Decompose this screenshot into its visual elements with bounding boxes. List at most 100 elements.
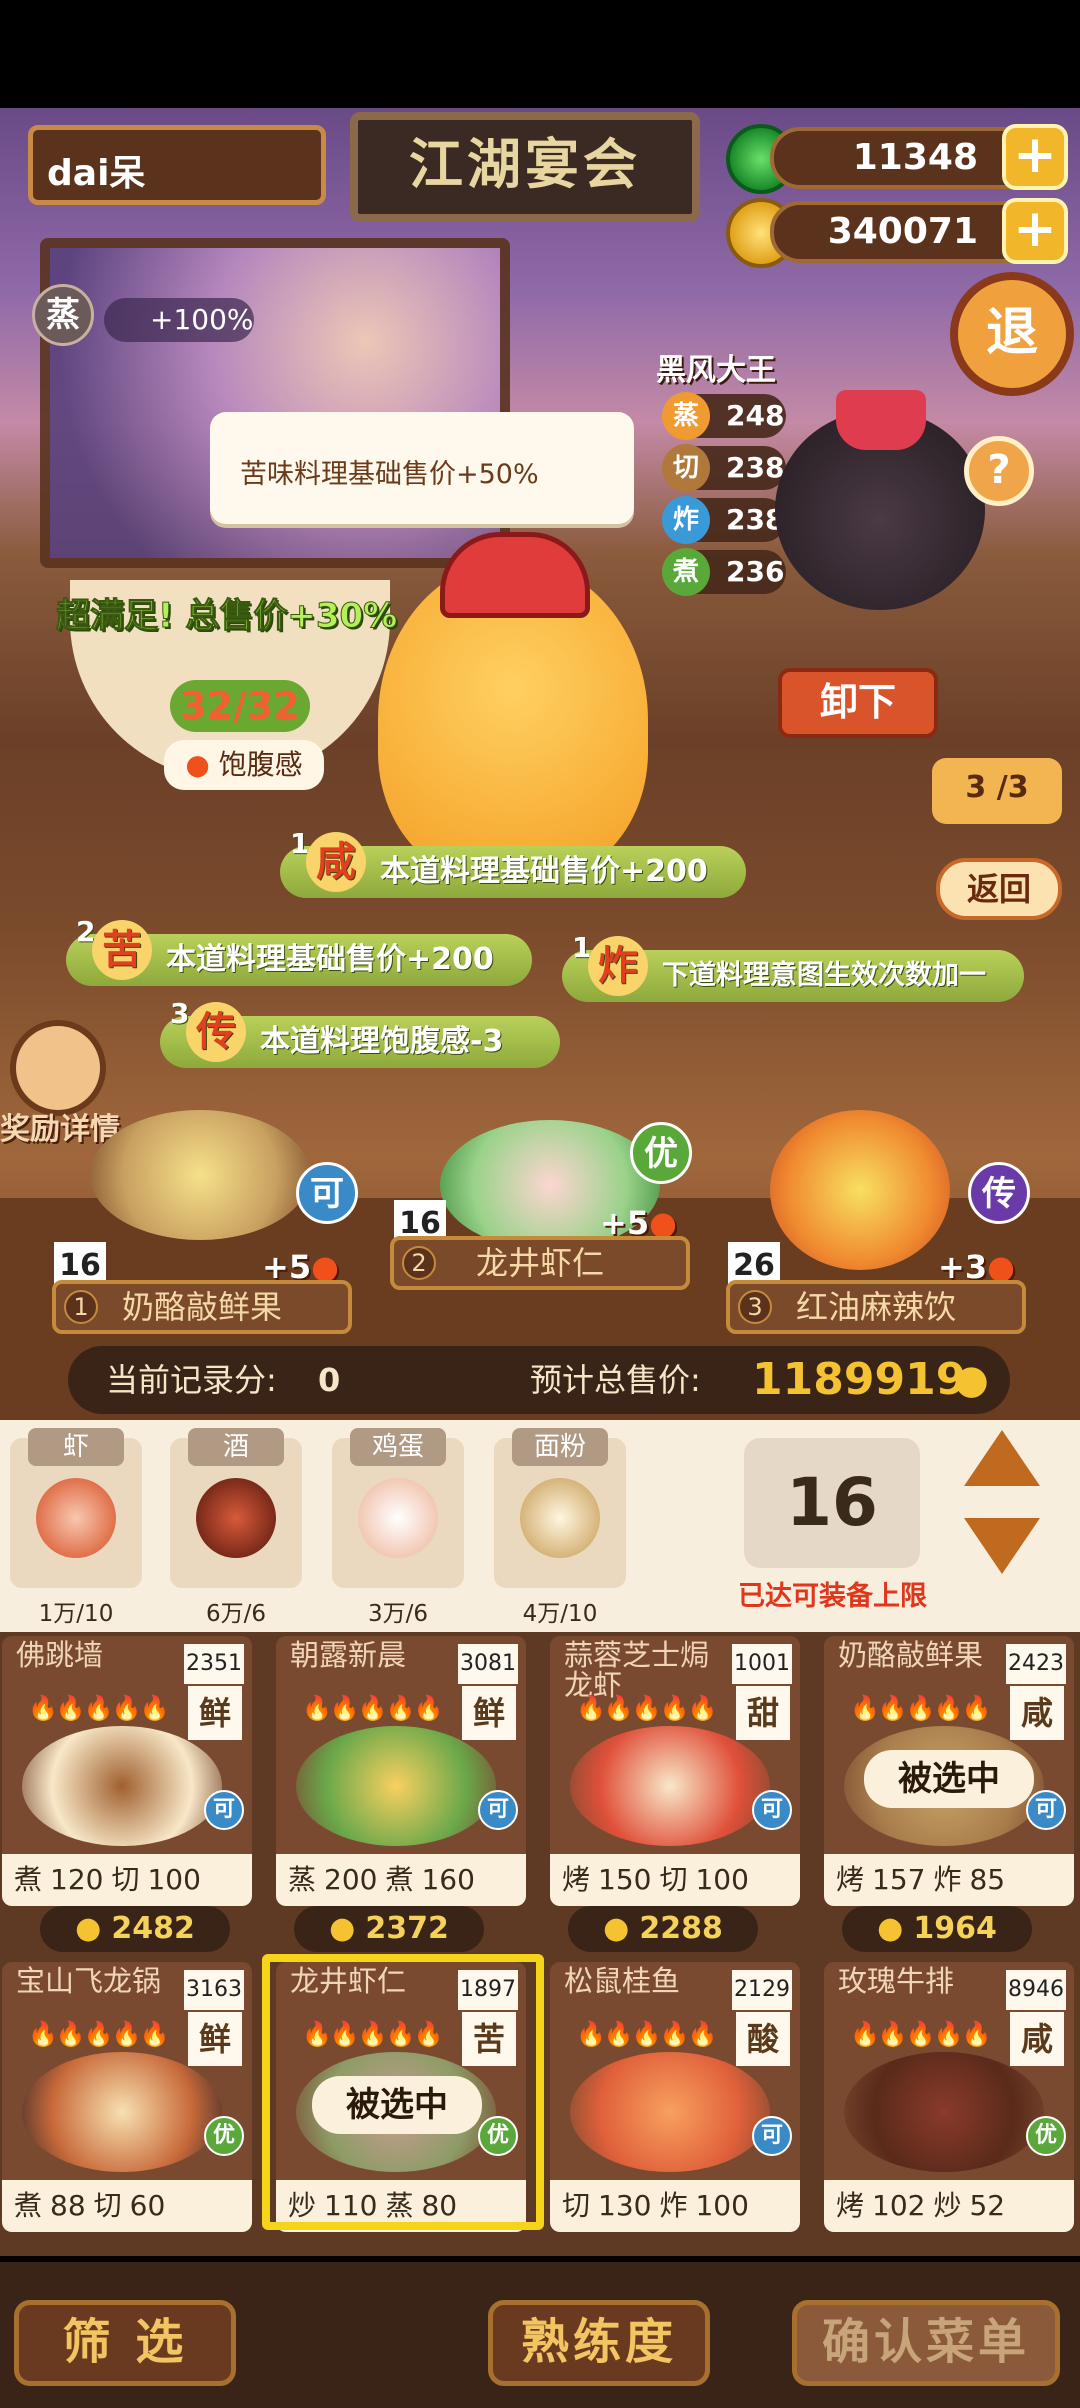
salty-effect-icon: 1咸 (290, 822, 366, 902)
recipe-name: 佛跳墙 (16, 1638, 104, 1672)
selected-badge: 被选中 (864, 1750, 1034, 1808)
recipe-name: 宝山飞龙锅 (16, 1964, 162, 1998)
recipe-name: 奶酪敲鲜果 (838, 1638, 984, 1672)
recipe-base-price: 2129 (732, 1970, 792, 2010)
satiety-count: 32/32 (170, 680, 310, 732)
heat-flames-icon: 🔥🔥🔥🔥🔥 (576, 2020, 717, 2048)
opponent-stat-boil: 煮 236 (662, 548, 786, 596)
dish-name-3: 3 红油麻辣饮 (726, 1280, 1026, 1334)
tier-badge: 传 (968, 1162, 1030, 1224)
recipe-name: 玫瑰牛排 (838, 1964, 955, 1998)
recipe-base-price: 2423 (1006, 1644, 1066, 1684)
heat-flames-icon: 🔥🔥🔥🔥🔥 (576, 1694, 717, 1722)
taste-tag: 咸 (1010, 2012, 1064, 2066)
effect-salty: 1咸 本道料理基础售价+200 (280, 827, 746, 898)
recipe-base-price: 3163 (184, 1970, 244, 2010)
proficiency-button[interactable]: 熟练度 (488, 2300, 710, 2386)
score-bar: 当前记录分: 0 预计总售价: 1189919 ● (68, 1346, 1010, 1414)
recipe-card[interactable]: 松鼠桂鱼 2129 酸 🔥🔥🔥🔥🔥 可 切 130 炸 100 (550, 1962, 800, 2232)
recipe-coin-price: 2288 (568, 1906, 758, 1952)
fire-icon: ● (185, 748, 210, 781)
egg-icon (358, 1478, 438, 1558)
heat-flames-icon: 🔥🔥🔥🔥🔥 (28, 2020, 169, 2048)
ingredient-egg[interactable]: 鸡蛋 3万/6 (332, 1428, 464, 1627)
tier-badge: 可 (478, 1790, 518, 1830)
recipe-name: 松鼠桂鱼 (564, 1964, 681, 1998)
quit-button[interactable]: 退 (950, 272, 1074, 396)
steam-icon: 蒸 (662, 392, 710, 440)
recipe-image (22, 1726, 222, 1846)
confirm-menu-button[interactable]: 确认菜单 (792, 2300, 1060, 2386)
wine-jar-icon (196, 1478, 276, 1558)
effect-legend: 3传 本道料理饱腹感-3 (160, 997, 560, 1068)
tier-badge: 可 (752, 1790, 792, 1830)
crown-icon (836, 390, 926, 450)
tier-badge: 可 (1026, 1790, 1066, 1830)
buff-value: +100% (104, 298, 254, 342)
opponent-stat-steam: 蒸 248 (662, 392, 786, 440)
recipe-base-price: 2351 (184, 1644, 244, 1684)
tier-badge: 可 (752, 2116, 792, 2156)
taste-tag: 鲜 (188, 1686, 242, 1740)
unload-button[interactable]: 卸下 (778, 668, 938, 738)
taste-tag: 甜 (736, 1686, 790, 1740)
selection-frame (262, 1954, 544, 2230)
flour-sack-icon (520, 1478, 600, 1558)
stat-value: 238 (726, 451, 785, 484)
satisfaction-label: 超满足! 总售价+30% (55, 596, 398, 637)
coin-icon: ● (954, 1357, 989, 1403)
ingredient-count: 6万/6 (205, 1601, 266, 1627)
opponent-name: 黑风大王 (656, 353, 776, 388)
filter-button[interactable]: 筛 选 (14, 2300, 236, 2386)
recipe-base-price: 1001 (732, 1644, 792, 1684)
recipe-image (570, 1726, 770, 1846)
recipe-card[interactable]: 朝露新晨 3081 鲜 🔥🔥🔥🔥🔥 可 蒸 200 煮 160 (276, 1636, 526, 1906)
taste-tag: 鲜 (462, 1686, 516, 1740)
recipe-card[interactable]: 佛跳墙 2351 鲜 🔥🔥🔥🔥🔥 可 煮 120 切 100 (2, 1636, 252, 1906)
add-coin-button[interactable]: + (1002, 198, 1068, 264)
effect-text: 本道料理饱腹感-3 (260, 1024, 504, 1059)
ingredient-wine[interactable]: 酒 6万/6 (170, 1428, 302, 1627)
ingredient-name: 鸡蛋 (350, 1428, 446, 1466)
recipe-stats: 烤 157 炸 85 (824, 1854, 1074, 1906)
ingredient-name: 虾 (28, 1428, 124, 1466)
recipe-image (22, 2052, 222, 2172)
ingredient-flour[interactable]: 面粉 4万/10 (494, 1428, 626, 1627)
tier-badge: 可 (204, 1790, 244, 1830)
effect-text: 下道料理意图生效次数加一 (662, 960, 986, 991)
selected-dish-3[interactable]: 传 26 +3● (720, 1100, 1040, 1290)
recipe-coin-price: 1964 (842, 1906, 1032, 1952)
boil-icon: 煮 (662, 548, 710, 596)
recipe-card[interactable]: 玫瑰牛排 8946 咸 🔥🔥🔥🔥🔥 优 烤 102 炒 52 (824, 1962, 1074, 2232)
ingredient-shrimp[interactable]: 虾 1万/10 (10, 1428, 142, 1627)
add-jade-button[interactable]: + (1002, 124, 1068, 190)
recipe-image (296, 1726, 496, 1846)
recipe-card[interactable]: 奶酪敲鲜果 2423 咸 🔥🔥🔥🔥🔥 被选中 可 烤 157 炸 85 (824, 1636, 1074, 1906)
recipe-stats: 切 130 炸 100 (550, 2180, 800, 2232)
tier-badge: 优 (630, 1122, 692, 1184)
recipe-name: 蒜蓉芝士焗龙虾 (564, 1638, 710, 1702)
back-button[interactable]: 返回 (936, 858, 1062, 920)
recipe-coin-price: 2482 (40, 1906, 230, 1952)
fry-effect-icon: 1炸 (572, 926, 648, 1006)
taste-tag: 咸 (1010, 1686, 1064, 1740)
record-score-value: 0 (318, 1361, 341, 1399)
chef-hat (440, 532, 590, 618)
heat-flames-icon: 🔥🔥🔥🔥🔥 (302, 1694, 443, 1722)
recipe-card[interactable]: 宝山飞龙锅 3163 鲜 🔥🔥🔥🔥🔥 优 煮 88 切 60 (2, 1962, 252, 2232)
tier-badge: 优 (204, 2116, 244, 2156)
recipe-card[interactable]: 蒜蓉芝士焗龙虾 1001 甜 🔥🔥🔥🔥🔥 可 烤 150 切 100 (550, 1636, 800, 1906)
selected-dish-1[interactable]: 可 16 +5● (40, 1100, 360, 1290)
effect-fry: 1炸 下道料理意图生效次数加一 (562, 931, 1024, 1002)
tier-badge: 优 (1026, 2116, 1066, 2156)
dish-name-2: 2 龙井虾仁 (390, 1236, 690, 1290)
total-price-value: 1189919 (752, 1354, 967, 1405)
help-button[interactable]: ? (964, 436, 1034, 506)
recipe-base-price: 3081 (458, 1644, 518, 1684)
satiety-text: 饱腹感 (218, 748, 303, 781)
taste-tag: 酸 (736, 2012, 790, 2066)
dish-name-1: 1 奶酪敲鲜果 (52, 1280, 352, 1334)
player-name-box: dai呆 (28, 125, 326, 205)
ingredient-count: 1万/10 (38, 1601, 114, 1627)
recipe-coin-price: 2372 (294, 1906, 484, 1952)
